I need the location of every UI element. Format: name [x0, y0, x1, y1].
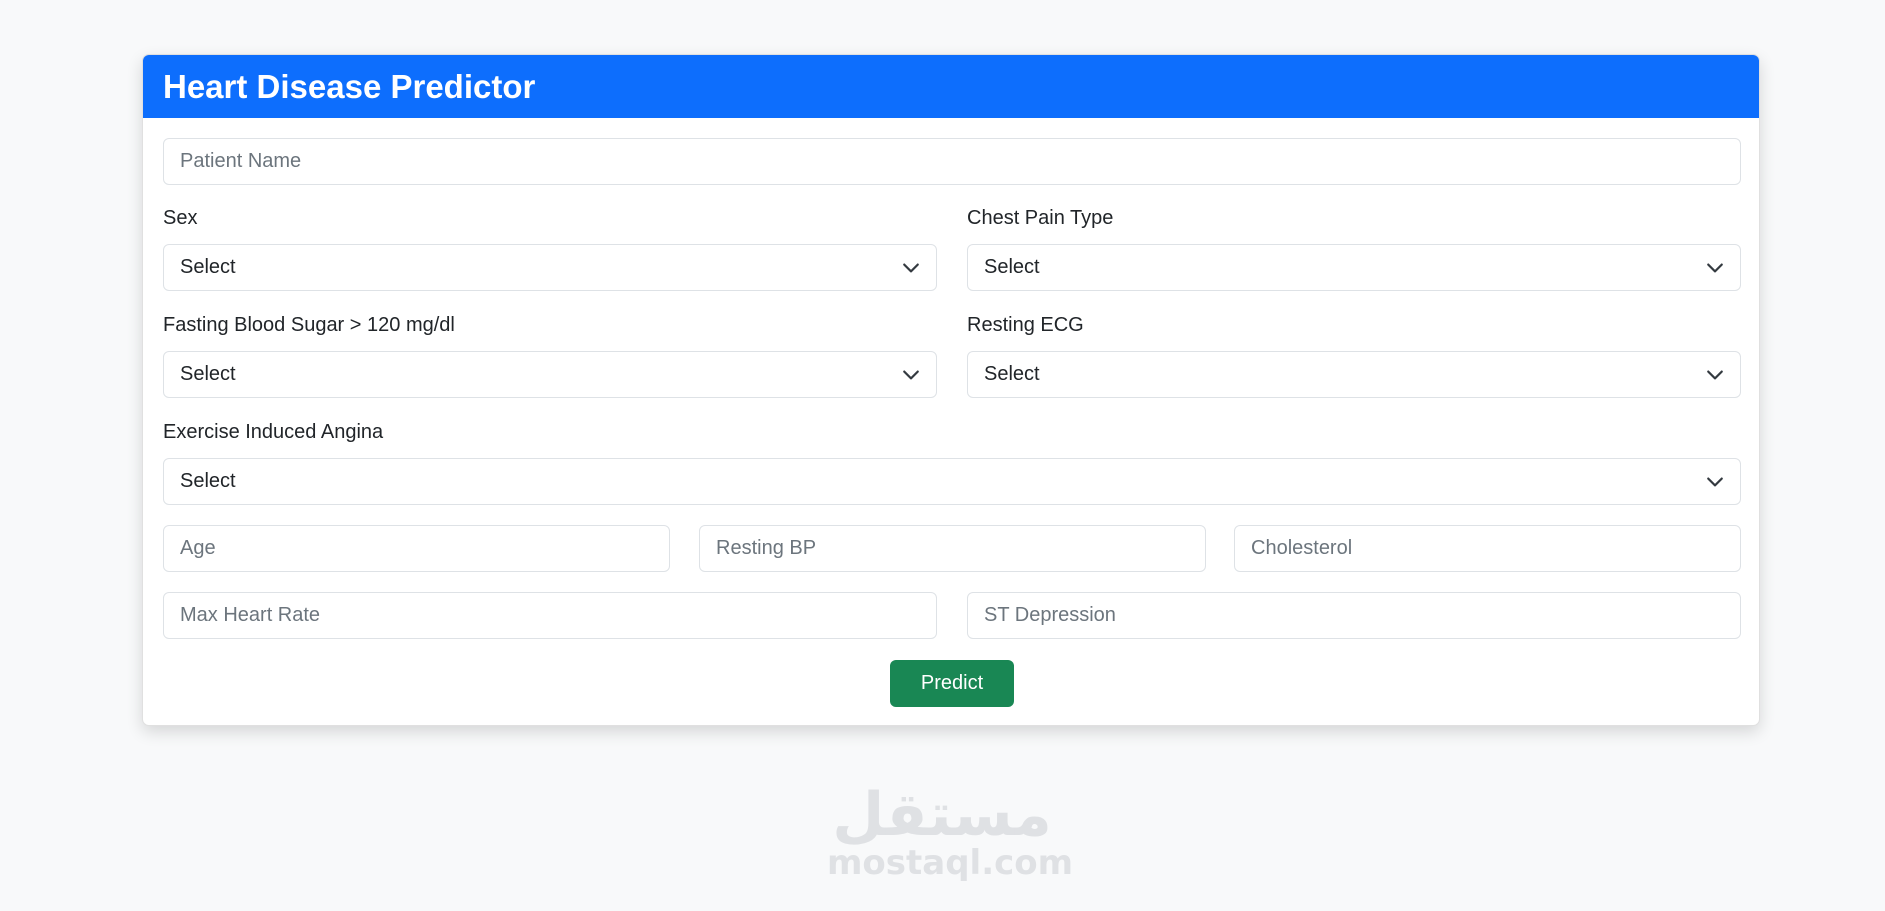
- predictor-form: Patient Name Sex Select Chest Pain Type …: [143, 118, 1759, 725]
- max-heart-rate-input[interactable]: Max Heart Rate: [163, 592, 937, 639]
- resting-ecg-select[interactable]: Select: [967, 351, 1741, 398]
- exercise-induced-angina-select-value: Select: [180, 470, 236, 492]
- cholesterol-placeholder: Cholesterol: [1251, 537, 1353, 559]
- chest-pain-type-label: Chest Pain Type: [967, 207, 1114, 229]
- fasting-blood-sugar-select[interactable]: Select: [163, 351, 937, 398]
- chevron-down-icon: [1707, 370, 1723, 379]
- st-depression-placeholder: ST Depression: [984, 604, 1116, 626]
- watermark-arabic: مستقل: [832, 780, 1052, 850]
- chevron-down-icon: [903, 263, 919, 272]
- predict-button[interactable]: Predict: [890, 660, 1014, 707]
- sex-select[interactable]: Select: [163, 244, 937, 291]
- age-input[interactable]: Age: [163, 525, 670, 572]
- fasting-blood-sugar-label: Fasting Blood Sugar > 120 mg/dl: [163, 314, 455, 336]
- fasting-blood-sugar-select-value: Select: [180, 363, 236, 385]
- sex-select-value: Select: [180, 256, 236, 278]
- age-placeholder: Age: [180, 537, 216, 559]
- predictor-card: Heart Disease Predictor Patient Name Sex…: [142, 54, 1760, 726]
- watermark-latin: mostaql.com: [827, 843, 1074, 883]
- exercise-induced-angina-label: Exercise Induced Angina: [163, 421, 384, 443]
- card-header: Heart Disease Predictor: [143, 55, 1759, 118]
- resting-ecg-label: Resting ECG: [967, 314, 1084, 336]
- chevron-down-icon: [1707, 263, 1723, 272]
- resting-bp-input[interactable]: Resting BP: [699, 525, 1206, 572]
- page-title: Heart Disease Predictor: [163, 67, 536, 105]
- resting-bp-placeholder: Resting BP: [716, 537, 817, 559]
- max-heart-rate-placeholder: Max Heart Rate: [180, 604, 321, 626]
- chevron-down-icon: [1707, 477, 1723, 486]
- sex-label: Sex: [163, 207, 198, 229]
- st-depression-input[interactable]: ST Depression: [967, 592, 1741, 639]
- patient-name-input[interactable]: Patient Name: [163, 138, 1741, 185]
- resting-ecg-select-value: Select: [984, 363, 1040, 385]
- cholesterol-input[interactable]: Cholesterol: [1234, 525, 1741, 572]
- chest-pain-type-select-value: Select: [984, 256, 1040, 278]
- exercise-induced-angina-select[interactable]: Select: [163, 458, 1741, 505]
- chevron-down-icon: [903, 370, 919, 379]
- patient-name-placeholder: Patient Name: [180, 150, 302, 172]
- chest-pain-type-select[interactable]: Select: [967, 244, 1741, 291]
- mostaql-watermark: مستقل mostaql.com: [827, 780, 1074, 883]
